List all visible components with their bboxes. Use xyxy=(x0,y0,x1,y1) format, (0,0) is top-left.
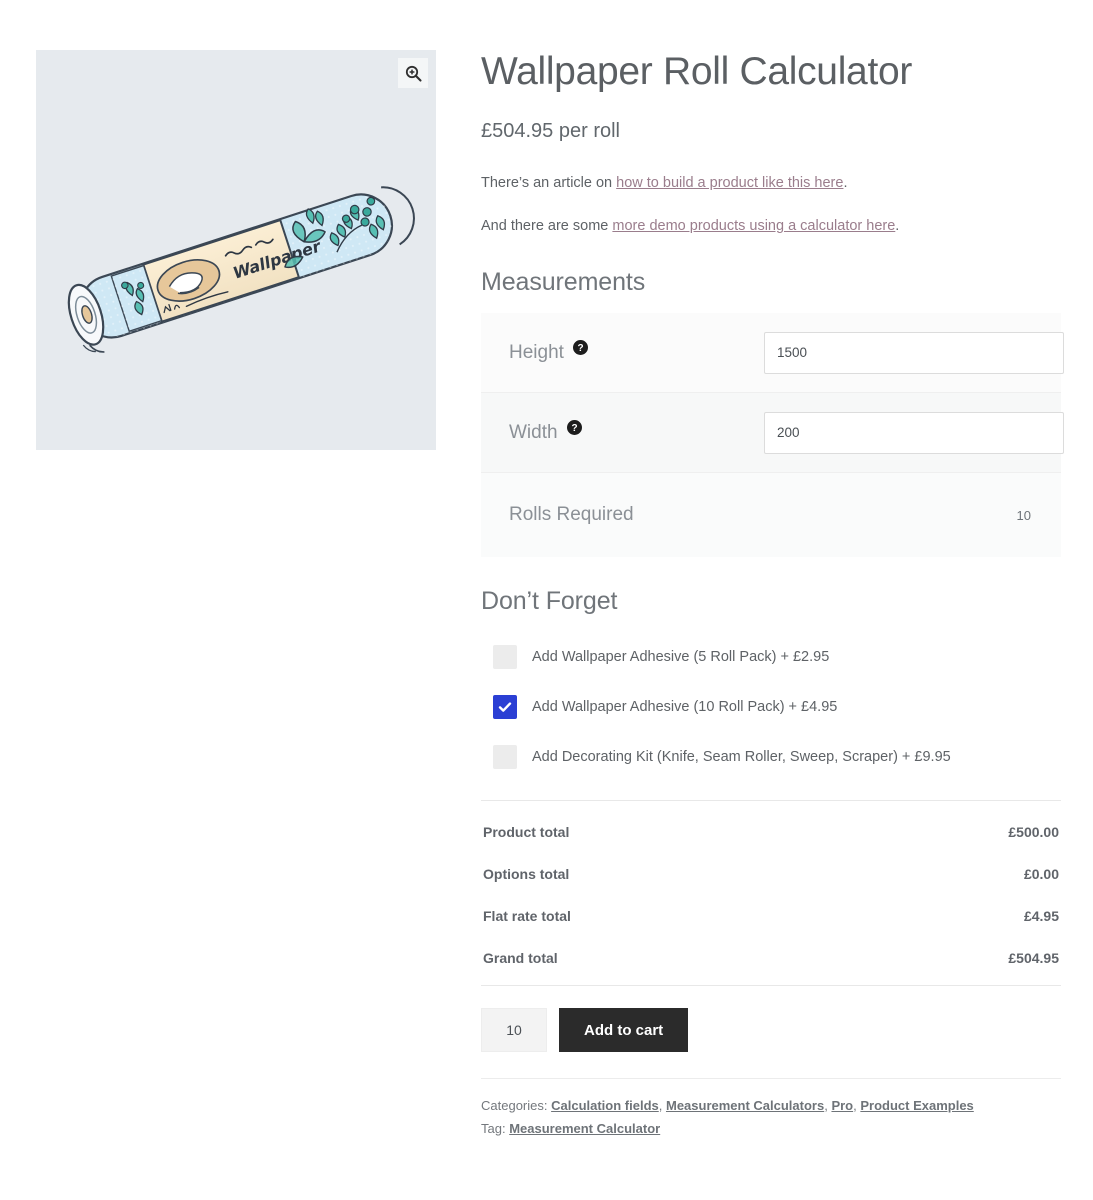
measurement-row-height: Height ? xyxy=(481,313,1064,394)
svg-text:?: ? xyxy=(571,423,577,434)
check-icon xyxy=(498,702,512,712)
checkbox-decorating-kit[interactable] xyxy=(493,745,517,770)
measurement-row-width: Width ? xyxy=(481,393,1064,474)
total-label: Product total xyxy=(483,824,570,841)
options-heading: Don’t Forget xyxy=(481,587,618,616)
rolls-required-label: Rolls Required xyxy=(509,504,634,526)
description-1-text-before: There’s an article on xyxy=(481,174,617,191)
measurement-row-rolls-required: Rolls Required 10 xyxy=(481,473,1061,558)
categories-label: Categories: xyxy=(481,1098,548,1114)
tag-label: Tag: xyxy=(481,1120,506,1136)
total-amount: £0.00 xyxy=(1023,866,1059,883)
description-line-2: And there are some more demo products us… xyxy=(481,216,1061,238)
svg-text:?: ? xyxy=(577,343,583,354)
description-1-text-after: . xyxy=(843,174,848,191)
total-row-grand: Grand total £504.95 xyxy=(481,937,1061,979)
measurements-block: Height ? Width xyxy=(481,313,1064,558)
measurements-heading: Measurements xyxy=(481,268,646,297)
build-article-link[interactable]: how to build a product like this here xyxy=(616,175,843,191)
product-image[interactable]: Wallpaper xyxy=(36,50,436,450)
checkbox-adhesive-5-roll[interactable] xyxy=(493,645,517,670)
description-2-text-before: And there are some xyxy=(481,218,613,235)
tag-link-measurement-calculator[interactable]: Measurement Calculator xyxy=(509,1121,660,1136)
add-to-cart-button[interactable]: Add to cart xyxy=(559,1008,689,1053)
totals-block: Product total £500.00 Options total £0.0… xyxy=(481,800,1061,979)
product-page: Wallpaper Wallpaper Roll Calculator £504… xyxy=(0,0,1093,1200)
options-list: Add Wallpaper Adhesive (5 Roll Pack) + £… xyxy=(481,632,1061,782)
width-input[interactable] xyxy=(764,411,1064,454)
height-field-wrap xyxy=(764,331,1064,374)
quantity-input[interactable] xyxy=(481,1008,547,1053)
width-field-wrap xyxy=(764,411,1064,454)
option-label: Add Decorating Kit (Knife, Seam Roller, … xyxy=(532,749,951,766)
height-label-group: Height ? xyxy=(509,340,764,364)
magnify-plus-icon[interactable] xyxy=(398,58,428,88)
demo-products-link[interactable]: more demo products using a calculator he… xyxy=(612,218,895,234)
option-label: Add Wallpaper Adhesive (10 Roll Pack) + … xyxy=(532,699,838,716)
total-amount: £500.00 xyxy=(1008,824,1059,841)
total-amount: £504.95 xyxy=(1008,950,1059,967)
product-meta: Categories: Calculation fields, Measurem… xyxy=(481,1078,1061,1141)
category-link-calculation-fields[interactable]: Calculation fields xyxy=(551,1098,659,1113)
option-row[interactable]: Add Wallpaper Adhesive (5 Roll Pack) + £… xyxy=(481,632,1061,682)
checkbox-adhesive-10-roll[interactable] xyxy=(493,695,517,720)
width-label: Width xyxy=(509,421,558,443)
total-row-options: Options total £0.00 xyxy=(481,853,1061,895)
page-title: Wallpaper Roll Calculator xyxy=(481,50,913,93)
product-summary: Wallpaper Roll Calculator £504.95 per ro… xyxy=(481,50,1064,1141)
product-price: £504.95 per roll xyxy=(481,119,620,142)
cart-form: Add to cart xyxy=(481,985,1061,1053)
help-icon[interactable]: ? xyxy=(572,340,588,356)
total-label: Grand total xyxy=(483,950,558,967)
category-link-pro[interactable]: Pro xyxy=(831,1098,853,1113)
total-amount: £4.95 xyxy=(1023,908,1059,925)
category-link-product-examples[interactable]: Product Examples xyxy=(860,1098,973,1113)
description-line-1: There’s an article on how to build a pro… xyxy=(481,173,1061,195)
category-link-measurement-calculators[interactable]: Measurement Calculators xyxy=(666,1098,824,1113)
total-label: Options total xyxy=(483,866,570,883)
option-row[interactable]: Add Decorating Kit (Knife, Seam Roller, … xyxy=(481,732,1061,782)
tag-line: Tag: Measurement Calculator xyxy=(481,1118,1061,1141)
rolls-required-value: 10 xyxy=(1016,507,1031,523)
total-row-flat-rate: Flat rate total £4.95 xyxy=(481,895,1061,937)
option-row[interactable]: Add Wallpaper Adhesive (10 Roll Pack) + … xyxy=(481,682,1061,732)
wallpaper-roll-illustration: Wallpaper xyxy=(67,186,415,353)
product-gallery[interactable]: Wallpaper xyxy=(36,50,436,450)
categories-line: Categories: Calculation fields, Measurem… xyxy=(481,1098,974,1114)
option-label: Add Wallpaper Adhesive (5 Roll Pack) + £… xyxy=(532,649,830,666)
description-2-text-after: . xyxy=(895,218,900,235)
width-label-group: Width ? xyxy=(509,420,764,444)
help-icon[interactable]: ? xyxy=(566,420,582,436)
height-input[interactable] xyxy=(764,331,1064,374)
total-row-product: Product total £500.00 xyxy=(481,811,1061,853)
height-label: Height xyxy=(509,341,564,363)
total-label: Flat rate total xyxy=(483,908,571,925)
